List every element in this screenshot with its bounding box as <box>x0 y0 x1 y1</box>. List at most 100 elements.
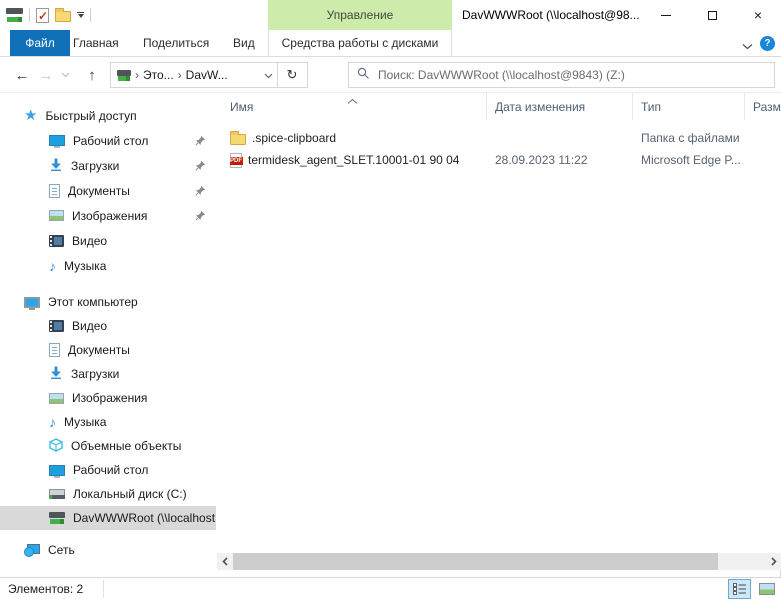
network-icon <box>24 544 40 557</box>
scroll-right-arrow-icon[interactable] <box>766 553 781 570</box>
tab-view[interactable]: Вид <box>233 30 255 56</box>
pictures-icon <box>49 210 64 221</box>
details-view-button[interactable] <box>728 579 751 599</box>
sidebar-item-label: Изображения <box>72 209 147 223</box>
music-icon: ♪ <box>49 415 56 429</box>
desktop-icon <box>49 465 65 476</box>
search-input[interactable] <box>378 68 766 82</box>
sidebar-item-music[interactable]: ♪ Музыка <box>0 253 216 278</box>
sidebar-item-network[interactable]: Сеть <box>0 538 216 562</box>
forward-button[interactable]: → <box>36 57 56 93</box>
contextual-tab-group-header: Управление <box>268 0 452 30</box>
tab-home[interactable]: Главная <box>73 30 119 56</box>
sidebar-item-davwwwroot[interactable]: DavWWWRoot (\\localhost@9 <box>0 506 216 530</box>
pictures-icon <box>49 393 64 404</box>
navigation-toolbar: ← → ↑ › Это... › DavW... ↻ <box>0 57 781 93</box>
ribbon-tab-strip: Файл Главная Поделиться Вид Средства раб… <box>0 30 781 57</box>
sidebar-item-label: Музыка <box>64 415 106 429</box>
close-icon: × <box>754 8 762 22</box>
search-box[interactable] <box>348 62 775 88</box>
new-folder-icon[interactable] <box>55 11 71 22</box>
breadcrumb-segment-this-pc[interactable]: Это... <box>143 68 174 82</box>
tab-drive-tools[interactable]: Средства работы с дисками <box>268 30 452 56</box>
pin-icon <box>195 210 206 224</box>
sidebar-item-label: Рабочий стол <box>73 463 148 477</box>
documents-icon <box>49 184 60 198</box>
sidebar-item-this-pc[interactable]: Этот компьютер <box>0 290 216 314</box>
sidebar-item-label: DavWWWRoot (\\localhost@9 <box>73 511 216 525</box>
network-drive-icon <box>49 512 65 524</box>
scrollbar-thumb[interactable] <box>233 553 718 570</box>
sidebar-item-label: Этот компьютер <box>48 295 138 309</box>
address-dropdown-chevron-icon[interactable] <box>264 68 273 82</box>
separator <box>90 8 91 22</box>
file-row-termidesk-agent[interactable]: PDF termidesk_agent_SLET.10001-01 90 04 … <box>217 149 781 171</box>
details-view-icon <box>733 583 747 595</box>
computer-icon <box>24 297 40 308</box>
address-bar[interactable]: › Это... › DavW... <box>110 62 278 88</box>
close-button[interactable]: × <box>735 0 781 30</box>
sidebar-item-pictures[interactable]: Изображения <box>0 203 216 228</box>
sidebar-item-downloads[interactable]: Загрузки <box>0 362 216 386</box>
title-bar: ✓ Управление DavWWWRoot (\\localhost@98.… <box>0 0 781 30</box>
sidebar-item-label: Быстрый доступ <box>45 109 136 123</box>
column-header-size[interactable]: Размер <box>745 93 781 120</box>
sidebar-item-quick-access[interactable]: ★ Быстрый доступ <box>0 103 216 128</box>
sidebar-item-label: Сеть <box>48 543 75 557</box>
music-icon: ♪ <box>49 259 56 273</box>
file-type: Папка с файлами <box>641 127 745 149</box>
section-gap <box>0 530 216 538</box>
ribbon-collapse-chevron-icon[interactable] <box>742 39 753 53</box>
refresh-button[interactable]: ↻ <box>277 62 308 88</box>
downloads-icon <box>49 158 63 174</box>
file-name: termidesk_agent_SLET.10001-01 90 04 <box>248 153 459 167</box>
horizontal-scrollbar[interactable] <box>217 553 781 570</box>
sidebar-item-label: Загрузки <box>71 159 119 173</box>
tab-share[interactable]: Поделиться <box>143 30 209 56</box>
column-header-name[interactable]: Имя <box>217 93 487 120</box>
pin-icon <box>195 160 206 174</box>
sidebar-item-label: Объемные объекты <box>71 439 181 453</box>
downloads-icon <box>49 366 63 382</box>
maximize-icon <box>708 11 717 20</box>
file-name: .spice-clipboard <box>252 131 336 145</box>
pdf-badge: PDF <box>230 157 243 165</box>
sidebar-item-3d-objects[interactable]: Объемные объекты <box>0 434 216 458</box>
quick-access-star-icon: ★ <box>24 108 37 123</box>
breadcrumb-separator: › <box>135 68 139 82</box>
sidebar-item-label: Музыка <box>64 259 106 273</box>
tab-file[interactable]: Файл <box>10 30 70 56</box>
minimize-button[interactable] <box>643 0 689 30</box>
sidebar-item-videos[interactable]: Видео <box>0 314 216 338</box>
minimize-icon <box>661 15 671 16</box>
sidebar-item-label: Видео <box>72 319 107 333</box>
breadcrumb-segment-davwwwroot[interactable]: DavW... <box>186 68 228 82</box>
large-icons-view-button[interactable] <box>755 579 778 599</box>
up-button[interactable]: ↑ <box>80 57 104 93</box>
maximize-button[interactable] <box>689 0 735 30</box>
video-icon <box>49 235 64 247</box>
sidebar-item-documents[interactable]: Документы <box>0 178 216 203</box>
sidebar-item-local-disk-c[interactable]: Локальный диск (C:) <box>0 482 216 506</box>
location-drive-icon <box>117 70 131 81</box>
cube-icon <box>49 438 63 455</box>
file-row-spice-clipboard[interactable]: .spice-clipboard Папка с файлами <box>217 127 781 149</box>
sidebar-item-desktop[interactable]: Рабочий стол <box>0 128 216 153</box>
properties-icon[interactable]: ✓ <box>36 8 49 23</box>
column-header-date-modified[interactable]: Дата изменения <box>487 93 633 120</box>
customize-qat-dropdown-icon[interactable] <box>77 12 84 18</box>
sidebar-item-pictures[interactable]: Изображения <box>0 386 216 410</box>
file-date: 28.09.2023 11:22 <box>495 149 633 171</box>
sidebar-item-desktop[interactable]: Рабочий стол <box>0 458 216 482</box>
scroll-left-arrow-icon[interactable] <box>217 553 232 570</box>
help-button[interactable]: ? <box>760 36 775 51</box>
sidebar-item-documents[interactable]: Документы <box>0 338 216 362</box>
section-gap <box>0 278 216 290</box>
sidebar-item-label: Локальный диск (C:) <box>73 487 187 501</box>
column-header-type[interactable]: Тип <box>633 93 745 120</box>
sidebar-item-videos[interactable]: Видео <box>0 228 216 253</box>
sidebar-item-downloads[interactable]: Загрузки <box>0 153 216 178</box>
sidebar-item-music[interactable]: ♪ Музыка <box>0 410 216 434</box>
recent-locations-chevron-icon[interactable] <box>58 57 72 93</box>
back-button[interactable]: ← <box>10 57 34 93</box>
